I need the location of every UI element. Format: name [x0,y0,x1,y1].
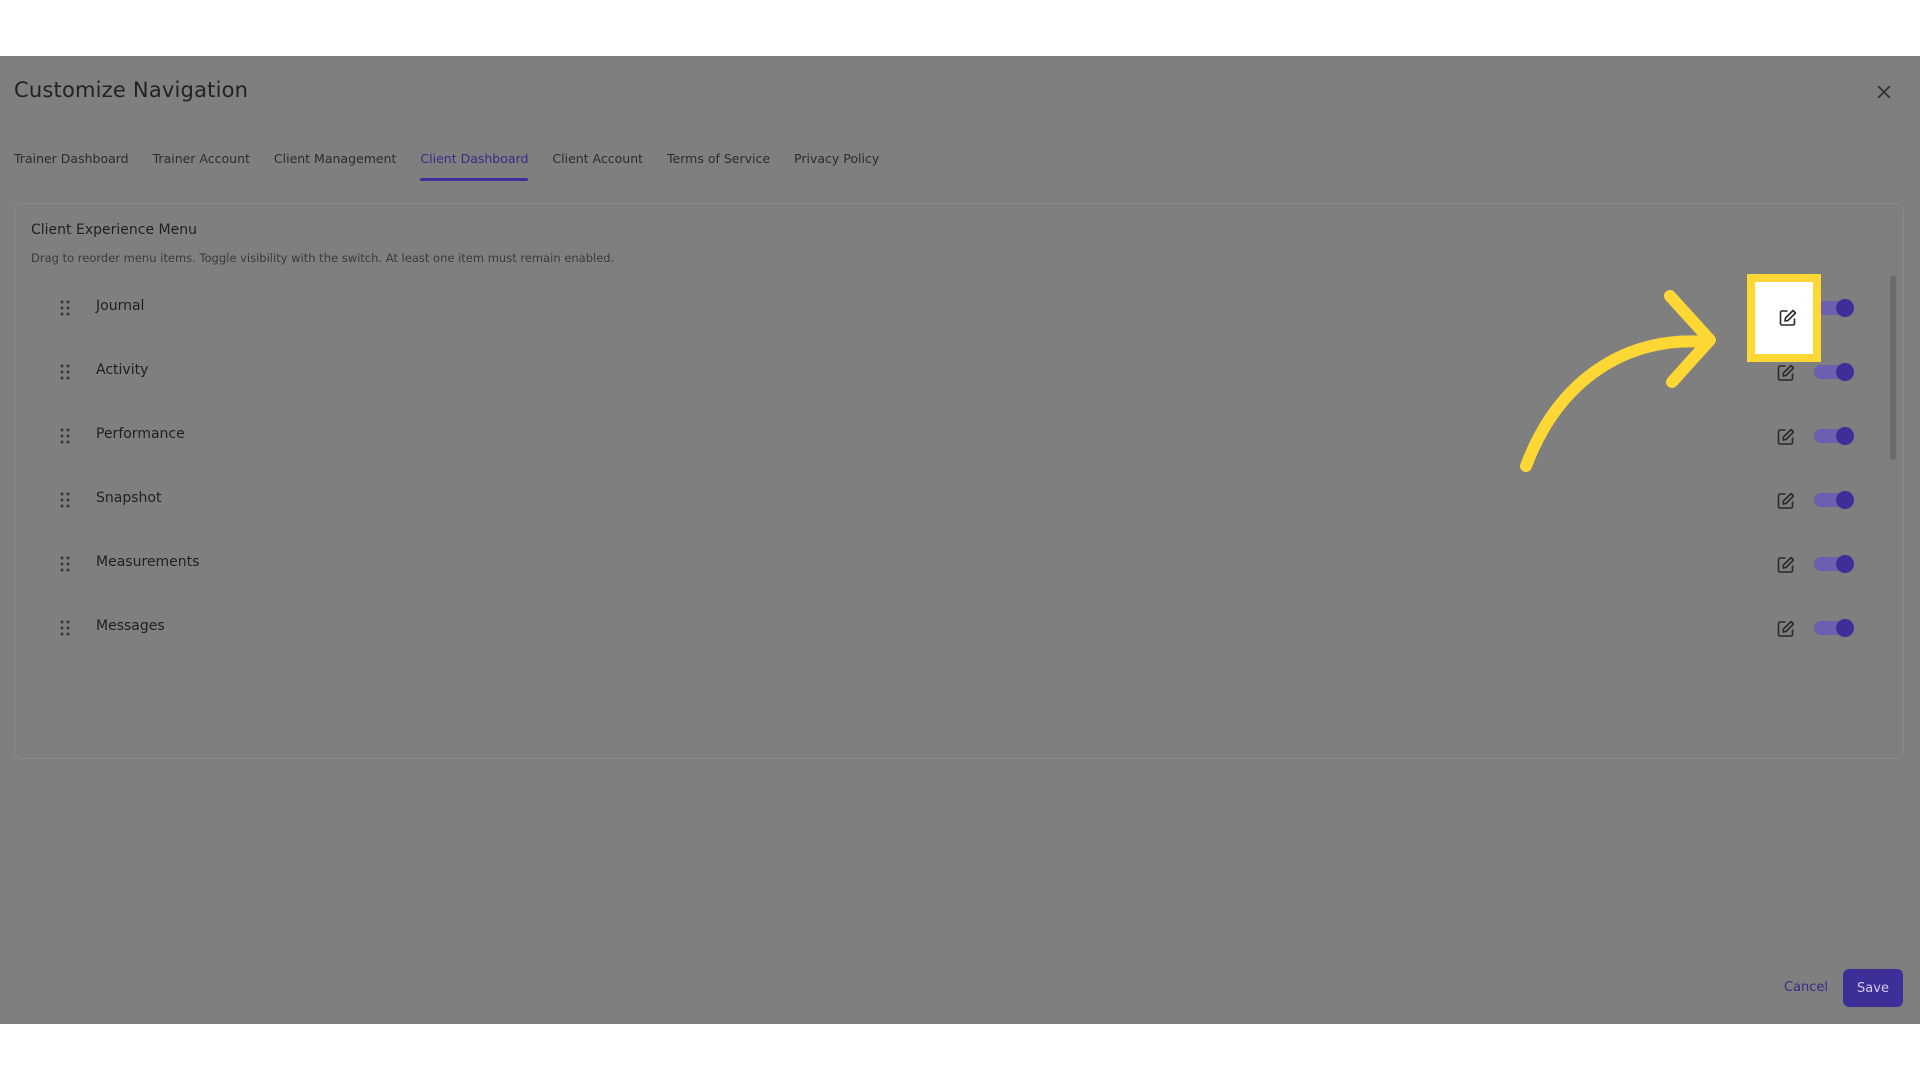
edit-button[interactable] [1774,425,1798,449]
tab-terms-of-service[interactable]: Terms of Service [667,151,770,181]
edit-icon [1777,620,1795,637]
close-button[interactable] [1872,80,1896,104]
edit-button-journal[interactable] [1776,306,1800,330]
drag-handle-icon[interactable] [59,298,71,318]
drag-handle-icon[interactable] [59,362,71,382]
edit-button[interactable] [1774,553,1798,577]
tab-bar: Trainer Dashboard Trainer Account Client… [14,151,903,181]
edit-button[interactable] [1774,489,1798,513]
tab-client-account[interactable]: Client Account [552,151,643,181]
tab-privacy-policy[interactable]: Privacy Policy [794,151,879,181]
visibility-toggle[interactable] [1814,555,1854,573]
dialog-screen: Customize Navigation Trainer Dashboard T… [0,56,1920,1024]
panel-scrollbar[interactable] [1889,275,1897,745]
cancel-button[interactable]: Cancel [1784,980,1828,995]
drag-handle-icon[interactable] [59,490,71,510]
list-item: Activity [15,352,1903,392]
tab-trainer-account[interactable]: Trainer Account [153,151,250,181]
visibility-toggle[interactable] [1814,619,1854,637]
scrollbar-thumb[interactable] [1890,275,1896,460]
panel-description: Drag to reorder menu items. Toggle visib… [31,251,615,265]
drag-handle-icon[interactable] [59,554,71,574]
close-icon [1877,85,1891,99]
drag-handle-icon[interactable] [59,618,71,638]
menu-item-label: Messages [96,618,165,634]
dialog-title: Customize Navigation [14,78,249,102]
visibility-toggle[interactable] [1814,363,1854,381]
menu-item-label: Activity [96,362,149,378]
edit-icon [1779,309,1797,326]
menu-item-label: Measurements [96,554,200,570]
edit-icon [1777,364,1795,381]
drag-handle-icon[interactable] [59,426,71,446]
edit-icon [1777,428,1795,445]
list-item: Journal [15,288,1903,328]
edit-icon [1777,556,1795,573]
panel-title: Client Experience Menu [31,222,197,238]
tab-client-management[interactable]: Client Management [274,151,397,181]
save-button[interactable]: Save [1843,969,1903,1007]
tab-trainer-dashboard[interactable]: Trainer Dashboard [14,151,129,181]
menu-item-label: Snapshot [96,490,162,506]
list-item: Messages [15,608,1903,648]
menu-item-label: Performance [96,426,185,442]
visibility-toggle[interactable] [1814,427,1854,445]
visibility-toggle[interactable] [1814,491,1854,509]
list-item: Performance [15,416,1903,456]
edit-button[interactable] [1774,617,1798,641]
list-item: Measurements [15,544,1903,584]
menu-item-label: Journal [96,298,145,314]
client-experience-menu-panel: Client Experience Menu Drag to reorder m… [14,203,1904,759]
edit-icon [1777,492,1795,509]
list-item: Snapshot [15,480,1903,520]
highlighted-edit-button-callout [1747,274,1821,362]
edit-button[interactable] [1774,361,1798,385]
tab-client-dashboard[interactable]: Client Dashboard [420,151,528,181]
